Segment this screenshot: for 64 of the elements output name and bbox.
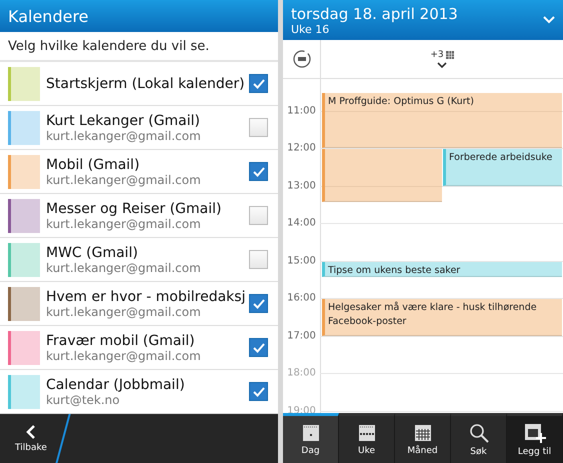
checkmark-icon — [252, 78, 264, 89]
date-title: torsdag 18. april 2013 — [291, 4, 459, 22]
month-view-icon — [414, 424, 432, 442]
chevron-down-icon[interactable] — [437, 62, 447, 68]
calendar-account: kurt.lekanger@gmail.com — [46, 216, 202, 231]
calendar-account: kurt.lekanger@gmail.com — [46, 348, 202, 363]
view-tab[interactable]: Søk — [451, 413, 507, 463]
view-tab[interactable]: Uke — [339, 413, 395, 463]
checkmark-icon — [252, 342, 264, 353]
calendar-row[interactable]: MWC (Gmail) kurt.lekanger@gmail.com — [0, 238, 278, 282]
calendar-checkbox[interactable] — [249, 162, 268, 182]
calendar-checkbox[interactable] — [249, 250, 268, 270]
calendar-event[interactable]: Forberede arbeidsuke — [443, 149, 562, 186]
more-events-count[interactable]: +3 — [430, 50, 444, 60]
calendar-checkbox[interactable] — [249, 74, 268, 94]
calendar-event[interactable]: Helgesaker må være klare - husk tilhørende Facebook-poster — [322, 299, 562, 336]
calendar-name: Messer og Reiser (Gmail) — [46, 200, 222, 217]
calendar-row[interactable]: Hvem er hvor - mobilredaksj kurt.lekanger@gmail.com — [0, 282, 278, 326]
add-event-icon — [524, 422, 546, 442]
calendar-account: kurt.lekanger@gmail.com — [46, 304, 202, 319]
week-number: Uke 16 — [291, 22, 330, 36]
checkmark-icon — [252, 298, 264, 309]
calendar-name: Startskjerm (Lokal kalender) — [46, 76, 243, 92]
calendar-name: Mobil (Gmail) — [46, 156, 141, 173]
hour-label: 11:00 — [286, 105, 317, 116]
calendar-row[interactable]: Mobil (Gmail) kurt.lekanger@gmail.com — [0, 150, 278, 194]
instruction-text: Velg hvilke kalendere du vil se. — [0, 32, 278, 62]
calendar-checkbox[interactable] — [249, 206, 268, 226]
hour-label: 14:00 — [286, 218, 317, 229]
calendar-event[interactable]: Tipse om ukens beste saker — [322, 262, 562, 277]
calendar-name: MWC (Gmail) — [46, 244, 139, 261]
view-tab[interactable]: Dag — [283, 413, 339, 463]
hour-label: 17:00 — [286, 330, 317, 342]
hour-label: 15:00 — [286, 255, 317, 266]
day-view-icon — [302, 424, 320, 442]
checkmark-icon — [252, 166, 264, 177]
calendar-row[interactable]: Startskjerm (Lokal kalender) — [0, 62, 278, 106]
week-view-icon — [358, 424, 376, 442]
calendar-row[interactable]: Fravær mobil (Gmail) kurt.lekanger@gmail.com — [0, 326, 278, 370]
calendar-checkbox[interactable] — [249, 338, 268, 358]
calendar-checkbox[interactable] — [249, 382, 268, 402]
checkmark-icon — [252, 386, 264, 397]
calendar-account: kurt@tek.no — [46, 392, 121, 407]
screen-title: Kalendere — [8, 6, 89, 26]
calendar-name: Fravær mobil (Gmail) — [46, 332, 196, 349]
calendar-account: kurt.lekanger@gmail.com — [46, 128, 202, 143]
search-icon — [468, 422, 488, 442]
calendar-row[interactable]: Kurt Lekanger (Gmail) kurt.lekanger@gmail.com — [0, 106, 278, 150]
calendar-grid-icon — [446, 51, 454, 59]
calendar-account: kurt.lekanger@gmail.com — [46, 260, 202, 275]
hour-label: 18:00 — [286, 368, 317, 379]
calendar-event[interactable]: M Proffguide: Optimus G (Kurt) — [322, 93, 562, 148]
hour-label: 12:00 — [286, 142, 317, 154]
view-tab[interactable]: Måned — [395, 413, 451, 463]
calendar-checkbox[interactable] — [249, 294, 268, 314]
calendar-name: Hvem er hvor - mobilredaksj — [46, 288, 243, 305]
hour-label: 13:00 — [286, 180, 317, 192]
hour-label: 16:00 — [286, 292, 317, 304]
calendar-name: Calendar (Jobbmail) — [46, 376, 186, 393]
calendar-name: Kurt Lekanger (Gmail) — [46, 112, 202, 129]
calendar-checkbox[interactable] — [249, 118, 268, 138]
calendar-account: kurt.lekanger@gmail.com — [46, 172, 202, 187]
calendar-row[interactable]: Messer og Reiser (Gmail) kurt.lekanger@gmail.com — [0, 194, 278, 238]
view-tab[interactable]: Legg til — [507, 413, 563, 463]
